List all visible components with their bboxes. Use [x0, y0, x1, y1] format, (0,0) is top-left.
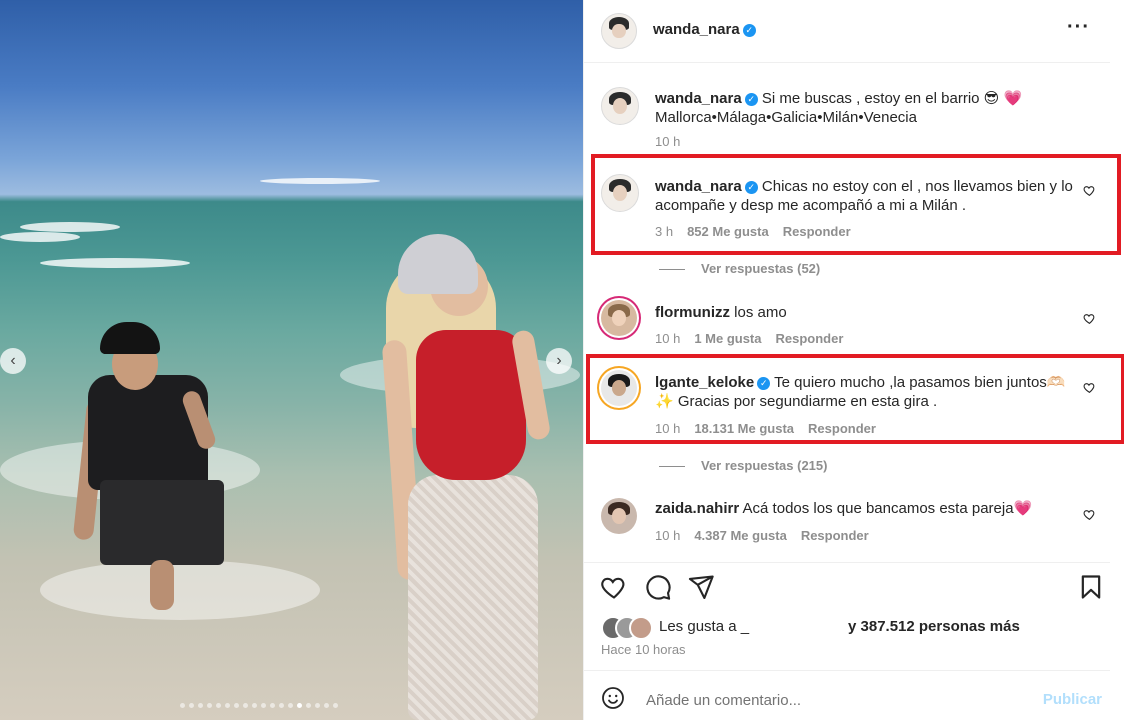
post-sidebar: wanda_nara ✓ ··· wanda_nara ✓ Si me buscas… — [583, 0, 1124, 720]
carousel-dot — [252, 703, 257, 708]
post-header: wanda_nara ✓ ··· — [584, 0, 1110, 63]
verified-icon: ✓ — [742, 24, 756, 37]
comment-meta: 10 h 1 Me gusta Responder — [655, 331, 843, 346]
foam — [40, 560, 320, 620]
verified-icon: ✓ — [744, 93, 758, 106]
caption-time: 10 h — [655, 134, 681, 149]
likes-name[interactable]: _ — [741, 618, 749, 635]
comment-line1: los amo — [734, 304, 787, 321]
caption-text: wanda_nara ✓ Si me buscas , estoy en el b… — [655, 89, 1022, 127]
add-comment-bar: Publicar — [584, 670, 1110, 721]
carousel-dot — [306, 703, 311, 708]
carousel-dot — [279, 703, 284, 708]
carousel-dot — [297, 703, 302, 708]
emoji-icon[interactable] — [601, 686, 625, 710]
post-photo: ‹ › — [0, 0, 583, 720]
next-image-button[interactable]: › — [546, 348, 572, 374]
carousel-dot — [270, 703, 275, 708]
avatar — [629, 616, 653, 640]
person-woman-swimsuit — [416, 330, 526, 480]
like-comment-heart-icon[interactable] — [1083, 508, 1096, 521]
highlight-box — [586, 354, 1124, 444]
person-leg — [150, 560, 174, 610]
post-caption: wanda_nara ✓ Si me buscas , estoy en el b… — [584, 84, 1110, 154]
highlight-box — [591, 154, 1121, 255]
caption-username[interactable]: wanda_nara — [655, 90, 742, 107]
comment-input[interactable] — [644, 685, 1028, 715]
header-username[interactable]: wanda_nara — [653, 21, 740, 38]
likes-count[interactable]: y 387.512 personas más — [848, 618, 1020, 635]
person-woman-headscarf — [398, 234, 478, 294]
carousel-dot — [261, 703, 266, 708]
carousel-dot — [324, 703, 329, 708]
bookmark-icon[interactable] — [1077, 573, 1105, 601]
caption-line1: Si me buscas , estoy en el barrio 😎 💗 — [761, 90, 1023, 107]
carousel-dot — [333, 703, 338, 708]
avatar[interactable] — [601, 13, 637, 49]
carousel-dot — [288, 703, 293, 708]
carousel-dot — [180, 703, 185, 708]
reply-button[interactable]: Responder — [776, 331, 844, 346]
carousel-dot — [315, 703, 320, 708]
carousel-dot — [225, 703, 230, 708]
wave — [40, 258, 190, 268]
comment-line1: Acá todos los que bancamos esta pareja💗 — [742, 500, 1033, 517]
wave — [260, 178, 380, 184]
wave — [0, 232, 80, 242]
carousel-dot — [243, 703, 248, 708]
comment-likes[interactable]: 4.387 Me gusta — [694, 528, 787, 543]
carousel-dot — [207, 703, 212, 708]
comment-time: 10 h — [655, 528, 681, 543]
carousel-dot — [189, 703, 194, 708]
publish-button[interactable]: Publicar — [1043, 691, 1102, 708]
more-horizontal-icon[interactable]: ··· — [1067, 17, 1090, 37]
carousel-dots — [180, 703, 338, 708]
carousel-dot — [198, 703, 203, 708]
person-cap — [100, 322, 160, 354]
wave — [20, 222, 120, 232]
comment-icon[interactable] — [644, 573, 672, 601]
comment-meta: 10 h 4.387 Me gusta Responder — [655, 528, 869, 543]
person-woman-pants — [408, 475, 538, 720]
carousel-dot — [234, 703, 239, 708]
person-shorts — [100, 480, 224, 565]
comment-item: flormunizz los amo 10 h 1 Me gusta Respond… — [584, 298, 1110, 350]
reply-button[interactable]: Responder — [801, 528, 869, 543]
comment-time: 10 h — [655, 331, 681, 346]
prev-image-button[interactable]: ‹ — [0, 348, 26, 374]
heart-icon[interactable] — [600, 573, 628, 601]
comment-username[interactable]: flormunizz — [655, 304, 730, 321]
avatar[interactable] — [601, 498, 637, 534]
comment-likes[interactable]: 1 Me gusta — [694, 331, 761, 346]
caption-line2: Mallorca•Málaga•Galicia•Milán•Venecia — [655, 109, 917, 126]
comment-item: zaida.nahirr Acá todos los que bancamos … — [584, 496, 1110, 548]
avatar[interactable] — [601, 87, 639, 125]
comment-text: flormunizz los amo — [655, 303, 787, 322]
like-comment-heart-icon[interactable] — [1083, 312, 1096, 325]
comment-username[interactable]: zaida.nahirr — [655, 500, 739, 517]
send-icon[interactable] — [687, 573, 715, 601]
post-actions — [584, 562, 1110, 613]
likes-prefix: Les gusta a — [659, 618, 737, 635]
carousel-dot — [216, 703, 221, 708]
comment-text: zaida.nahirr Acá todos los que bancamos … — [655, 499, 1032, 518]
post-time: Hace 10 horas — [601, 642, 686, 657]
avatar[interactable] — [601, 300, 637, 336]
view-replies-button[interactable]: Ver respuestas (52) — [659, 261, 820, 276]
view-replies-button[interactable]: Ver respuestas (215) — [659, 458, 827, 473]
